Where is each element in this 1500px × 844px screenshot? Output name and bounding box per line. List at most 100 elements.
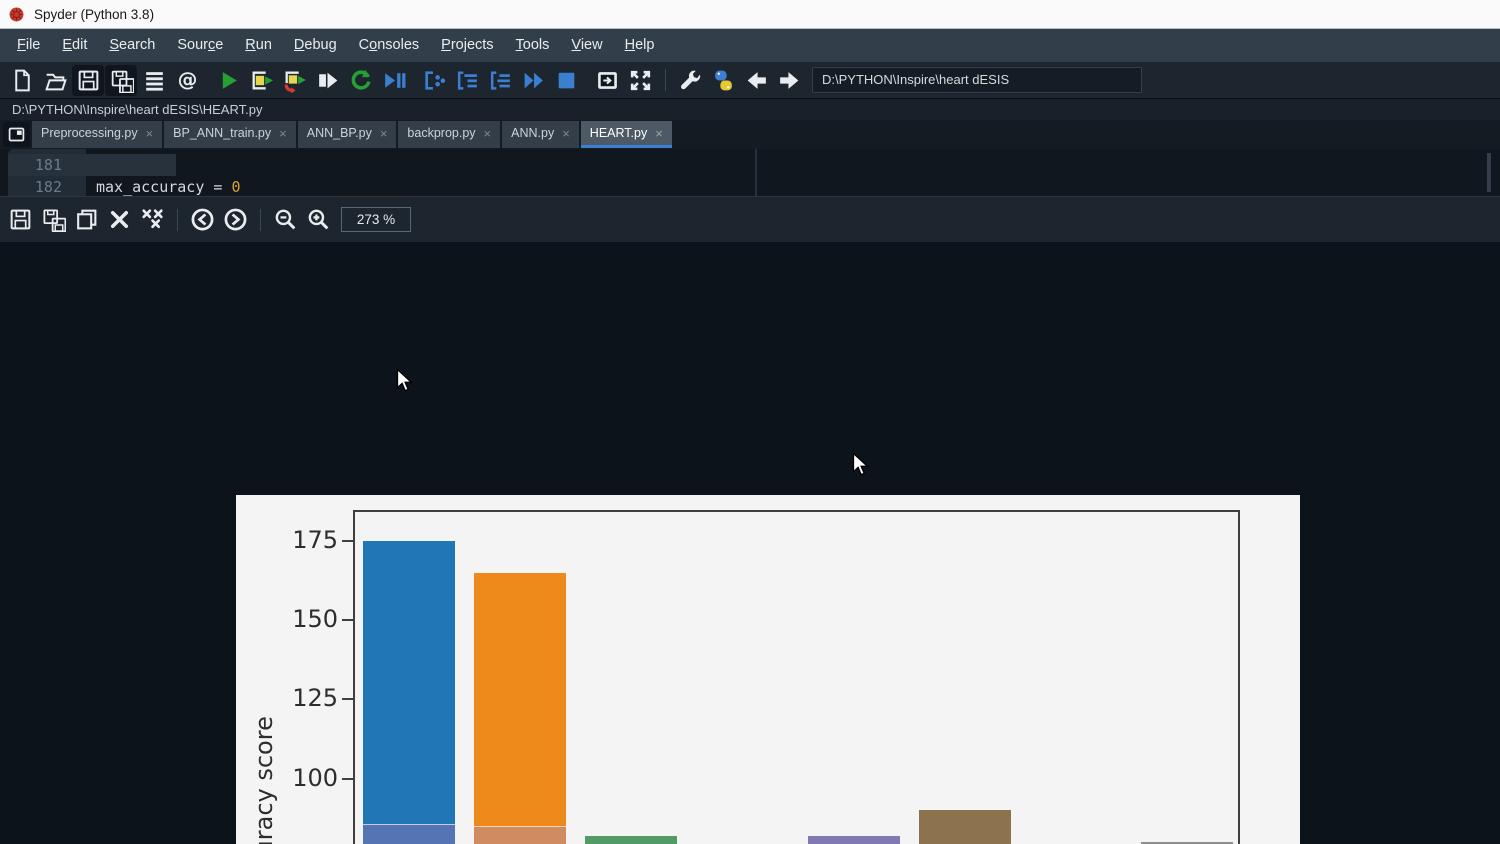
bar-base-2 (474, 573, 566, 844)
tab-backprop-py[interactable]: backprop.py × (398, 121, 500, 148)
outline-button[interactable] (138, 65, 170, 96)
bar-6 (919, 810, 1011, 844)
zoom-in-button[interactable] (302, 204, 334, 235)
stop-icon (554, 68, 579, 93)
back-button[interactable] (740, 65, 772, 96)
menu-help[interactable]: Help (614, 29, 666, 62)
working-directory-input[interactable]: D:\PYTHON\Inspire\heart dESIS (812, 67, 1142, 93)
maximize-pane-button[interactable] (591, 65, 623, 96)
new-file-icon (10, 68, 35, 93)
zoom-out-icon (273, 207, 298, 232)
tab-close-icon[interactable]: × (655, 126, 663, 141)
run-icon (216, 68, 241, 93)
copy-plot-button[interactable] (70, 204, 102, 235)
save-all-button[interactable] (105, 65, 137, 96)
next-plot-icon (223, 207, 248, 232)
remove-plot-button[interactable] (103, 204, 135, 235)
outline-icon (142, 68, 167, 93)
tab-bp-ann-train-py[interactable]: BP_ANN_train.py× (164, 121, 296, 148)
tab-close-icon[interactable]: × (146, 126, 154, 141)
menu-edit[interactable]: Edit (51, 29, 98, 62)
editor-line: 182max_accuracy = 0 (0, 176, 1500, 198)
remove-all-plots-button[interactable] (136, 204, 168, 235)
y-tick-mark (342, 698, 353, 700)
tab-close-icon[interactable]: × (562, 126, 570, 141)
y-tick-mark (342, 778, 353, 780)
browse-tabs-icon (7, 125, 26, 144)
bar-3 (585, 836, 677, 844)
open-file-button[interactable] (39, 65, 71, 96)
forward-button[interactable] (773, 65, 805, 96)
zoom-in-icon (306, 207, 331, 232)
editor-scrollbar[interactable] (1487, 153, 1491, 192)
debug-file-button[interactable] (377, 65, 409, 96)
bar-5 (808, 836, 900, 844)
run-cell-advance-icon (282, 68, 307, 93)
menu-view[interactable]: View (560, 29, 613, 62)
copy-plot-icon (74, 207, 99, 232)
step-into-icon (455, 68, 480, 93)
plots-toolbar: 273 % (0, 196, 1500, 242)
tab-ann-py[interactable]: ANN.py × (502, 121, 579, 148)
forward-icon (777, 68, 802, 93)
column-edge-line (755, 149, 757, 196)
tab-preprocessing-py[interactable]: Preprocessing.py× (32, 121, 162, 148)
next-plot-button[interactable] (219, 204, 251, 235)
main-toolbar: @ (0, 62, 1500, 98)
previous-plot-icon (190, 207, 215, 232)
continue-button[interactable] (517, 65, 549, 96)
rerun-cell-button[interactable] (344, 65, 376, 96)
tab-label: ANN_BP.py (307, 126, 372, 140)
menu-file[interactable]: File (6, 29, 51, 62)
step-into-button[interactable] (451, 65, 483, 96)
tab-close-icon[interactable]: × (380, 126, 388, 141)
previous-plot-button[interactable] (186, 204, 218, 235)
menu-debug[interactable]: Debug (283, 29, 348, 62)
tab-label: HEART.py (590, 126, 647, 140)
step-over-button[interactable] (418, 65, 450, 96)
step-return-button[interactable] (484, 65, 516, 96)
run-button[interactable] (212, 65, 244, 96)
browse-tabs-button[interactable] (3, 122, 30, 147)
find-symbols-button[interactable]: @ (171, 65, 203, 96)
menu-tools[interactable]: Tools (505, 29, 561, 62)
top-spine (353, 510, 1240, 512)
svg-text:@: @ (177, 68, 197, 91)
tab-close-icon[interactable]: × (279, 126, 287, 141)
plot-zoom-level-input[interactable]: 273 % (341, 207, 411, 232)
new-file-button[interactable] (6, 65, 38, 96)
open-file-icon (43, 68, 68, 93)
run-cell-button[interactable] (245, 65, 277, 96)
menu-consoles[interactable]: Consoles (348, 29, 430, 62)
tab-heart-py[interactable]: HEART.py × (581, 121, 672, 148)
preferences-button[interactable] (674, 65, 706, 96)
save-button[interactable] (72, 65, 104, 96)
zoom-out-button[interactable] (269, 204, 301, 235)
rerun-cell-icon (348, 68, 373, 93)
menu-search[interactable]: Search (98, 29, 166, 62)
run-cell-advance-button[interactable] (278, 65, 310, 96)
save-plot-button[interactable] (4, 204, 36, 235)
tab-ann-bp-py[interactable]: ANN_BP.py × (298, 121, 397, 148)
y-tick-mark (342, 540, 353, 542)
toolbar-separator (260, 209, 261, 231)
title-bar: Spyder (Python 3.8) (0, 0, 1500, 29)
tab-label: ANN.py (511, 126, 554, 140)
menu-projects[interactable]: Projects (430, 29, 504, 62)
bar-base-1 (363, 541, 455, 844)
remove-plot-icon (107, 207, 132, 232)
fullscreen-button[interactable] (624, 65, 656, 96)
bar-1 (363, 824, 455, 844)
menu-run[interactable]: Run (234, 29, 283, 62)
find-symbols-icon: @ (175, 68, 200, 93)
tab-label: backprop.py (407, 126, 475, 140)
line-number: 182 (8, 176, 62, 198)
menu-source[interactable]: Source (166, 29, 234, 62)
tab-close-icon[interactable]: × (484, 126, 492, 141)
stop-button[interactable] (550, 65, 582, 96)
save-all-plots-button[interactable] (37, 204, 69, 235)
code-editor[interactable]: 181182max_accuracy = 0 (0, 149, 1500, 196)
step-over-icon (422, 68, 447, 93)
run-selection-button[interactable] (311, 65, 343, 96)
python-logo-button[interactable] (707, 65, 739, 96)
